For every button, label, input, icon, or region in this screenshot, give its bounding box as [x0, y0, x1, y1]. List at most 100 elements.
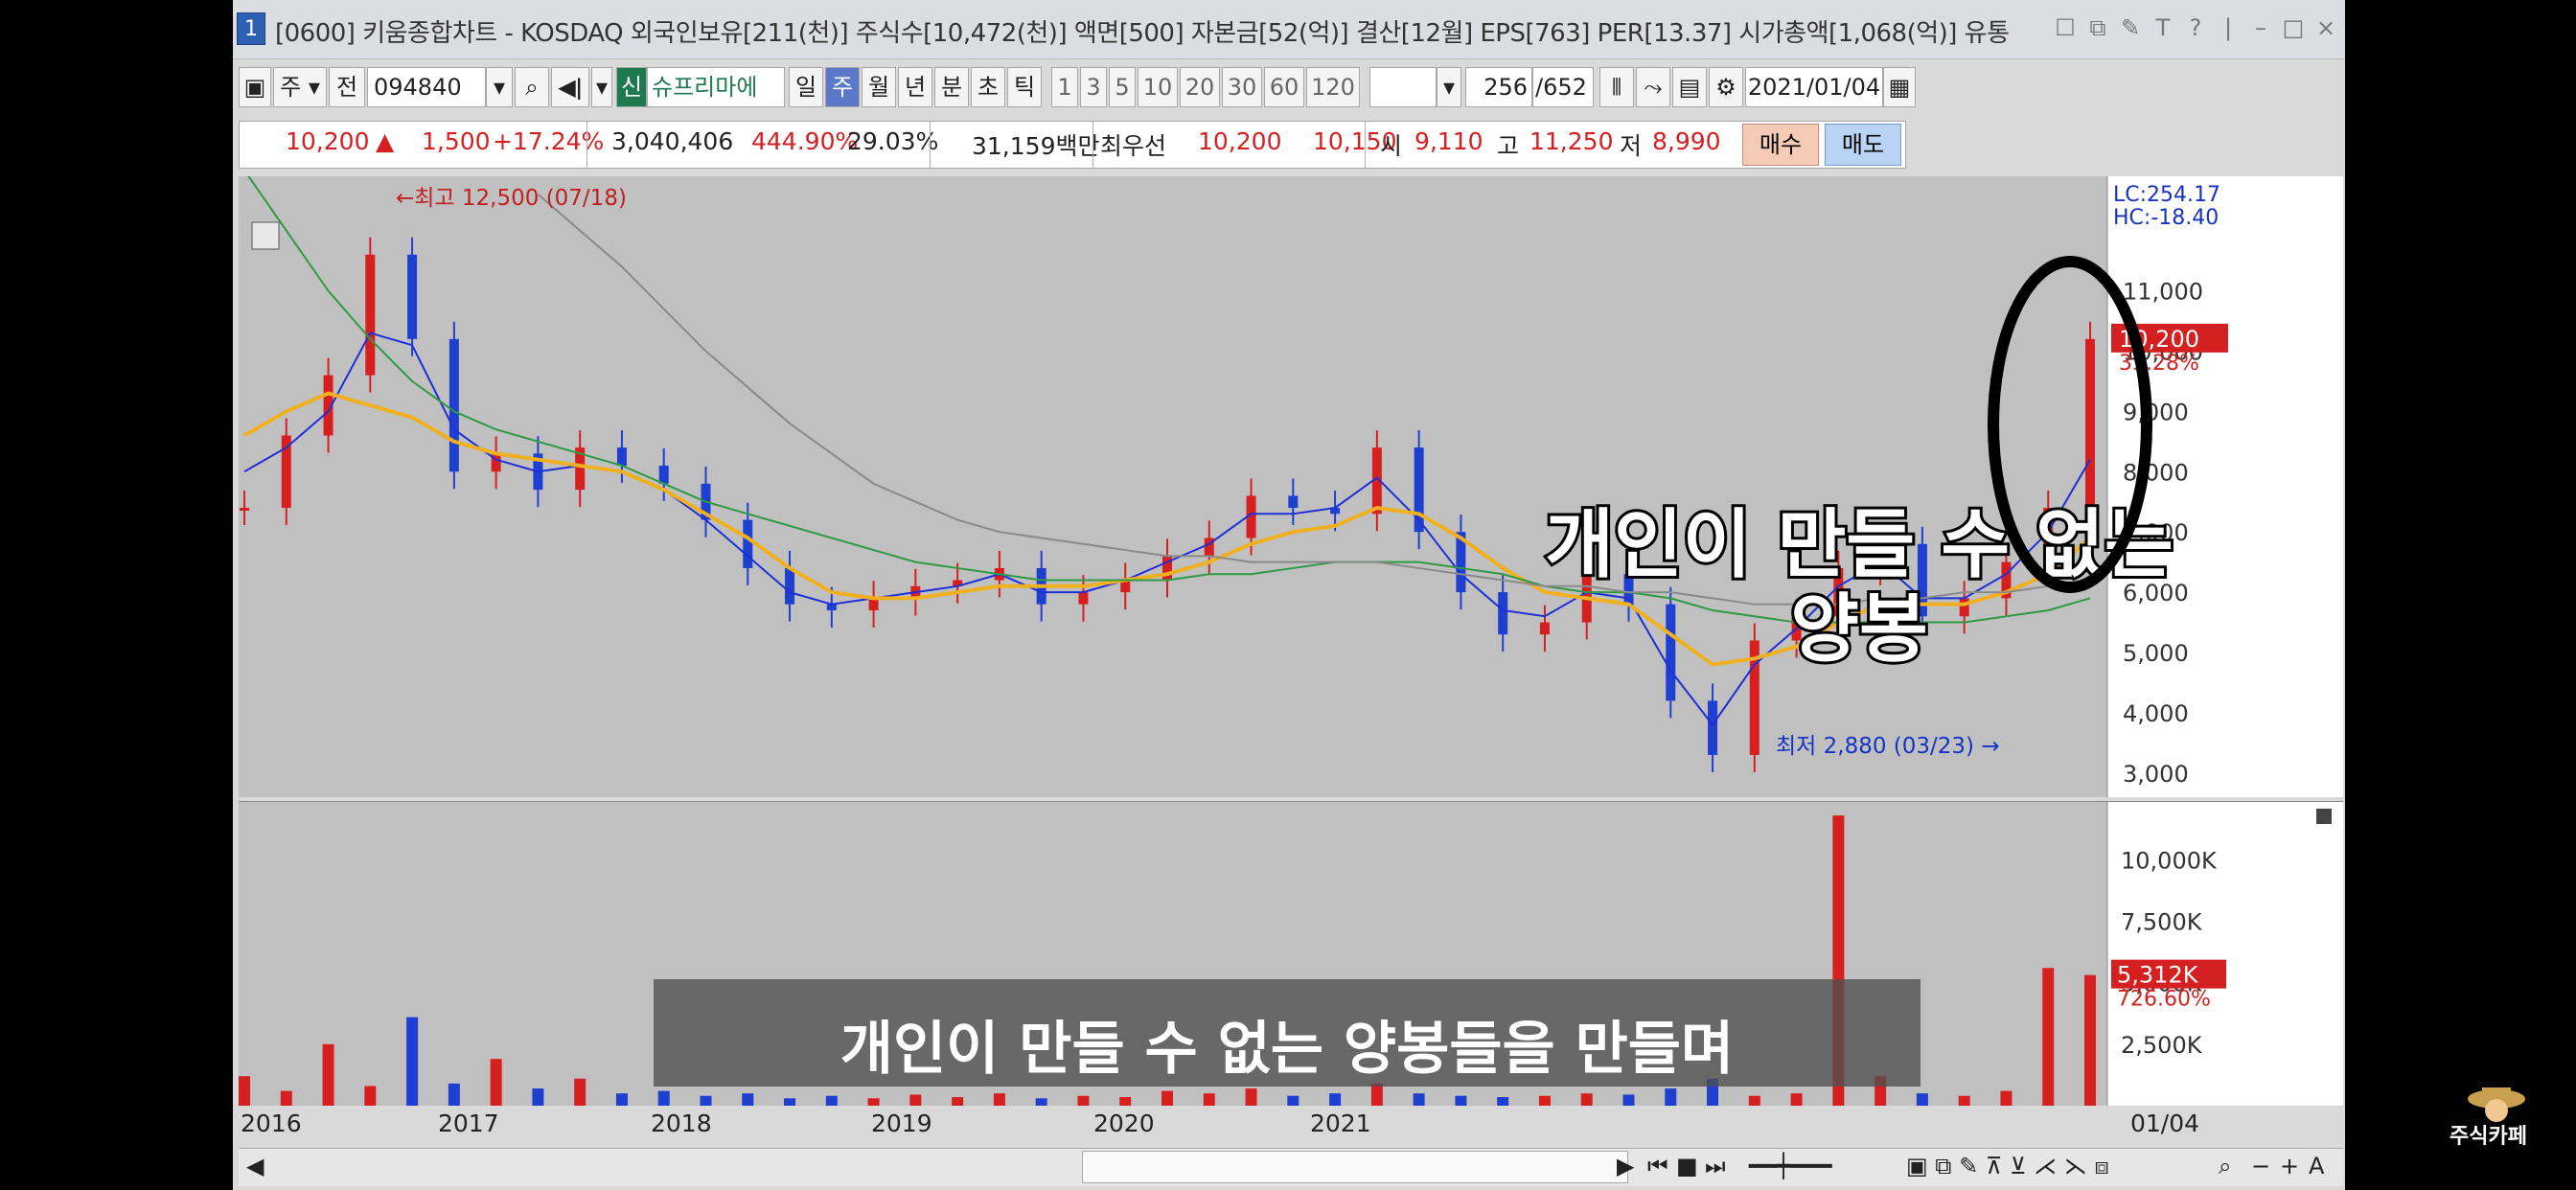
- candle-body: [785, 567, 795, 605]
- close-icon[interactable]: ×: [2312, 11, 2339, 44]
- volume-bar: [1538, 1095, 1551, 1106]
- cascade-icon[interactable]: ⧉: [2084, 11, 2111, 44]
- best-quote-label: 최우선: [1100, 132, 1167, 160]
- candle-body: [658, 465, 669, 484]
- x-end-label: 01/04: [2130, 1110, 2200, 1137]
- stop-icon[interactable]: ■: [1676, 1153, 1698, 1179]
- period-tab-1[interactable]: 주: [825, 67, 860, 107]
- current-volume-tag: 5,312K: [2117, 962, 2199, 989]
- open-price: 9,110: [1414, 127, 1484, 155]
- interval-dropdown-icon[interactable]: ▾: [1437, 67, 1461, 107]
- scroll-right-icon[interactable]: ▶: [1617, 1153, 1634, 1179]
- period-tab-0[interactable]: 일: [789, 67, 823, 107]
- interval-tab-5[interactable]: 5: [1109, 67, 1136, 107]
- title-bar-buttons: ☐ ⧉ ✎ T ? | – □ ×: [2052, 11, 2339, 44]
- last-page-icon[interactable]: ⏭: [1705, 1153, 1726, 1179]
- first-page-icon[interactable]: ⏮: [1647, 1153, 1668, 1179]
- market-select[interactable]: 주 ▾: [273, 67, 327, 107]
- buy-button[interactable]: 매수: [1742, 124, 1819, 166]
- title-bar: 1 [0600] 키움종합차트 - KOSDAQ 외국인보유[211(천)] 주…: [233, 0, 2345, 59]
- interval-tab-60[interactable]: 60: [1264, 67, 1304, 107]
- volume-bar: [952, 1097, 964, 1106]
- interval-tab-120[interactable]: 120: [1306, 67, 1360, 107]
- interval-tab-1[interactable]: 1: [1051, 67, 1078, 107]
- volume-bar: [1329, 1093, 1342, 1106]
- period-tab-6[interactable]: 틱: [1007, 67, 1042, 107]
- layout-icon[interactable]: ▣: [239, 67, 271, 107]
- save-icon[interactable]: ▤: [1672, 67, 1707, 107]
- volume-bar: [1077, 1095, 1090, 1106]
- text-icon[interactable]: T: [2150, 11, 2176, 44]
- prefix-button[interactable]: 전: [329, 67, 365, 107]
- volume-bar: [1580, 1093, 1593, 1106]
- sell-button[interactable]: 매도: [1825, 124, 1901, 166]
- current-volume-pct: 726.60%: [2117, 988, 2211, 1012]
- stock-name-field[interactable]: 슈프리마에: [647, 67, 785, 107]
- font-size-icon[interactable]: A: [2309, 1153, 2324, 1179]
- volume-tick-label: 2,500K: [2121, 1032, 2203, 1059]
- interval-tab-20[interactable]: 20: [1180, 67, 1220, 107]
- zoom-in-icon[interactable]: +: [2280, 1153, 2299, 1179]
- window-icon[interactable]: 1: [237, 12, 265, 45]
- view-tools-icon[interactable]: ▣ ⧉ ✎ ⊼ ⊻ ⋌ ⋋ ⧈: [1906, 1153, 2109, 1179]
- toolbar-main: ▣ 주 ▾ 전 094840 ▾ ⌕ ◀ǀ ▾ 신 슈프리마에 일주월년분초틱 …: [233, 67, 2345, 113]
- up-arrow-icon: ▲: [376, 127, 395, 155]
- volume-panel-close-icon: [2316, 809, 2332, 824]
- zoom-slider-icon[interactable]: ━━┿━━━: [1749, 1153, 1832, 1179]
- panel-menu-icon: [251, 221, 280, 250]
- search-icon[interactable]: ⌕: [515, 67, 549, 107]
- volume-bar: [1035, 1098, 1047, 1106]
- open-label: 시: [1380, 132, 1403, 160]
- bar-total: /652: [1532, 67, 1594, 107]
- period-tab-5[interactable]: 초: [971, 67, 1005, 107]
- x-tick-label: 2018: [651, 1110, 712, 1137]
- scroll-left-icon[interactable]: ◀: [246, 1153, 264, 1179]
- scale-icon[interactable]: ⦀: [1599, 67, 1634, 107]
- settings-gear-icon[interactable]: ⚙: [1709, 67, 1743, 107]
- high-label: 고: [1497, 132, 1520, 160]
- interval-tab-3[interactable]: 3: [1080, 67, 1107, 107]
- market-label: 주: [280, 74, 302, 101]
- date-input[interactable]: 2021/01/04: [1745, 67, 1883, 107]
- volume-bar: [1665, 1088, 1677, 1106]
- help-icon[interactable]: ?: [2182, 11, 2209, 44]
- line-draw-icon[interactable]: ⤳: [1636, 67, 1670, 107]
- price-change: 1,500: [422, 127, 491, 155]
- chart-scrollbar[interactable]: ◀ ▶ ⏮ ■ ⏭ ━━┿━━━ ▣ ⧉ ✎ ⊼ ⊻ ⋌ ⋋ ⧈ ⌕ − + A: [239, 1148, 2343, 1186]
- stock-code-input[interactable]: 094840: [367, 67, 486, 107]
- channel-logo-text: 주식카페: [2449, 1124, 2528, 1150]
- speaker-icon[interactable]: ◀ǀ: [551, 67, 589, 107]
- zoom-out-icon[interactable]: −: [2251, 1153, 2270, 1179]
- pin-icon[interactable]: ✎: [2117, 11, 2144, 44]
- calendar-icon[interactable]: ▦: [1883, 67, 1916, 107]
- interval-custom-input[interactable]: [1369, 67, 1437, 107]
- signal-badge[interactable]: 신: [616, 67, 647, 107]
- period-tab-4[interactable]: 분: [934, 67, 969, 107]
- volume-tick-label: 7,500K: [2121, 909, 2203, 936]
- period-tab-3[interactable]: 년: [898, 67, 932, 107]
- period-tab-2[interactable]: 월: [862, 67, 896, 107]
- speaker-dropdown-icon[interactable]: ▾: [591, 67, 612, 107]
- volume-bar: [1245, 1088, 1257, 1106]
- volume-bar: [993, 1093, 1005, 1106]
- volume-bar: [784, 1098, 796, 1106]
- volume-bar: [1119, 1097, 1132, 1106]
- candle-body: [743, 519, 753, 568]
- interval-tab-10[interactable]: 10: [1138, 67, 1178, 107]
- minimize-icon[interactable]: –: [2247, 11, 2274, 44]
- volume-bar: [1916, 1093, 1928, 1106]
- code-dropdown-icon[interactable]: ▾: [486, 67, 513, 107]
- candle-body: [365, 254, 376, 376]
- volume-bar: [239, 1076, 250, 1106]
- price-tick-label: 4,000: [2123, 700, 2189, 727]
- bar-count-input[interactable]: 256: [1465, 67, 1532, 107]
- volume-bar: [2042, 968, 2055, 1106]
- scroll-thumb[interactable]: [1082, 1151, 1628, 1183]
- zoom-icon[interactable]: ⌕: [2219, 1153, 2231, 1179]
- x-tick-label: 2019: [871, 1110, 932, 1137]
- candle-body: [1288, 495, 1299, 509]
- volume-bar: [700, 1095, 712, 1106]
- maximize-icon[interactable]: □: [2280, 11, 2307, 44]
- tile-icon[interactable]: ☐: [2052, 11, 2079, 44]
- interval-tab-30[interactable]: 30: [1222, 67, 1262, 107]
